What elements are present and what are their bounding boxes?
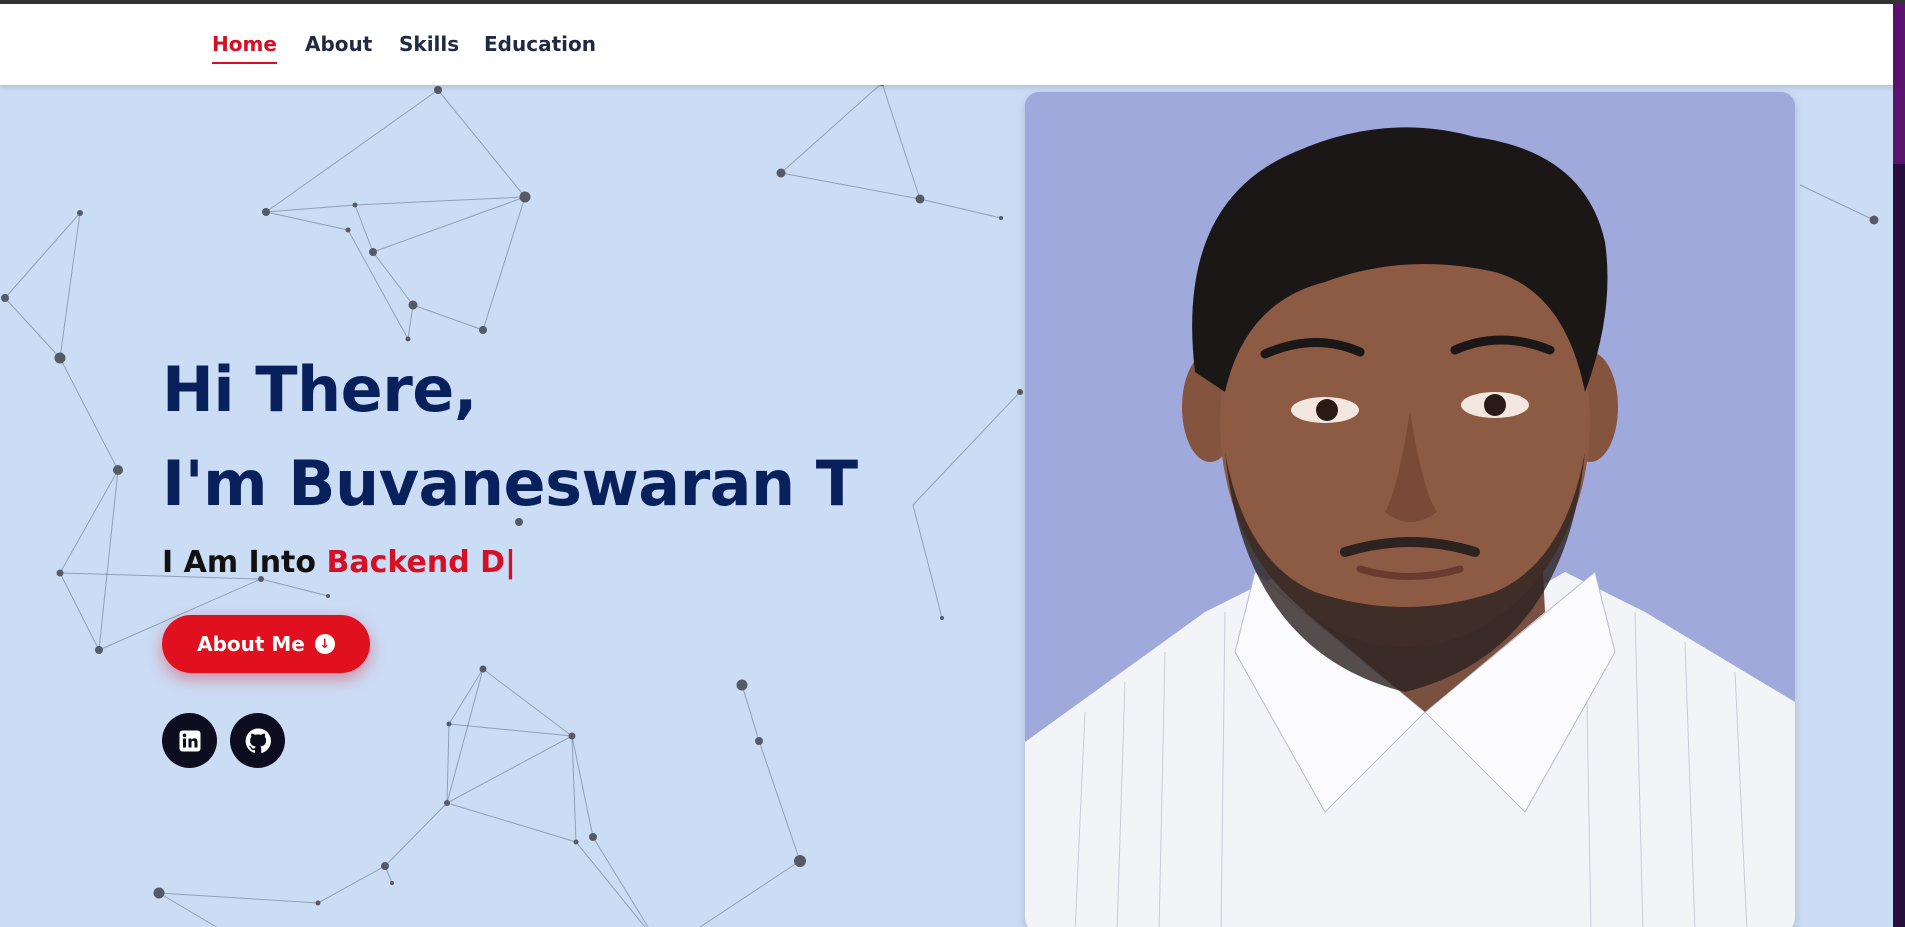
navbar: Home About Skills Education bbox=[0, 4, 1893, 85]
nav-education-link[interactable]: Education bbox=[484, 32, 596, 62]
nav-about-link[interactable]: About bbox=[305, 32, 372, 62]
hero-name: I'm Buvaneswaran T bbox=[162, 447, 858, 520]
typing-text: Backend D| bbox=[326, 545, 516, 580]
arrow-down-circle-icon: ↓ bbox=[314, 634, 335, 654]
linkedin-icon bbox=[179, 730, 200, 751]
nav-skills-link[interactable]: Skills bbox=[399, 32, 459, 62]
profile-photo-card bbox=[1025, 92, 1795, 927]
profile-photo bbox=[1025, 92, 1795, 927]
hero-section: Hi There, I'm Buvaneswaran T I Am Into B… bbox=[0, 85, 1893, 927]
scrollbar-thumb[interactable] bbox=[1893, 4, 1905, 164]
typing-line: I Am Into Backend D| bbox=[162, 545, 516, 580]
github-icon bbox=[245, 728, 271, 753]
hero-greeting: Hi There, bbox=[162, 353, 477, 426]
about-me-label: About Me bbox=[197, 632, 305, 656]
linkedin-button[interactable] bbox=[162, 713, 217, 768]
about-me-button[interactable]: About Me ↓ bbox=[162, 615, 370, 673]
nav-home-link[interactable]: Home bbox=[212, 32, 277, 64]
github-button[interactable] bbox=[230, 713, 285, 768]
typing-prefix: I Am Into bbox=[162, 545, 316, 580]
